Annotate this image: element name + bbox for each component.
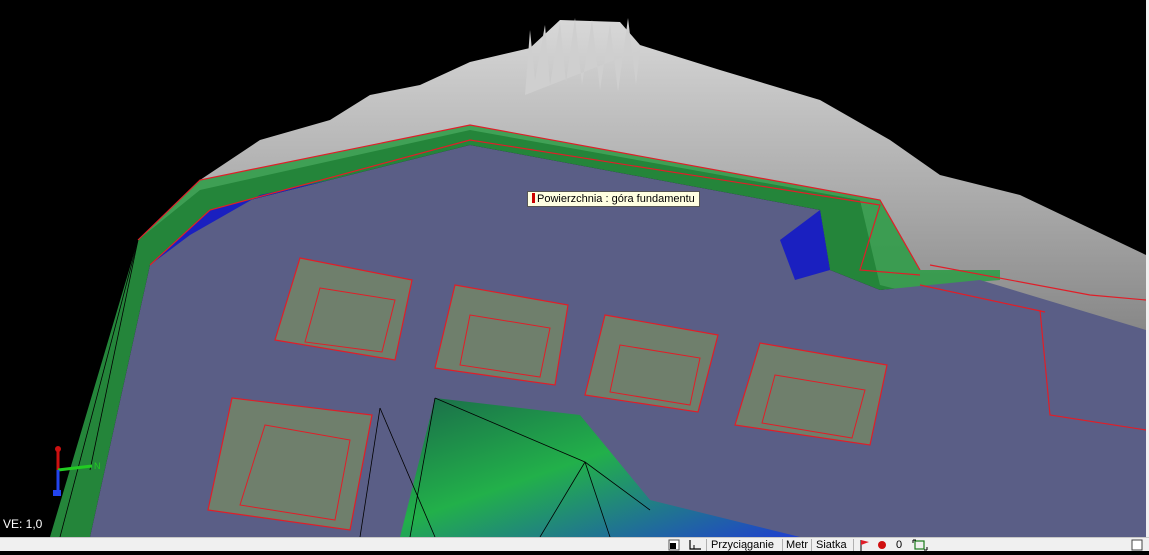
window-restore-icon[interactable]	[1131, 538, 1143, 552]
terrain-scene[interactable]: N	[0, 0, 1149, 537]
flag-icon[interactable]	[859, 538, 871, 552]
status-bar: Przyciąganie Metr Siatka 0	[0, 537, 1149, 551]
counter: 0	[896, 539, 903, 551]
snap-toggle[interactable]: Przyciąganie	[711, 538, 774, 552]
fit-view-icon[interactable]	[912, 538, 928, 552]
vertical-exaggeration-label: VE: 1,0	[3, 517, 43, 531]
surface-tooltip: Powierzchnia : góra fundamentu	[527, 191, 700, 207]
model-icon[interactable]	[668, 538, 680, 552]
tooltip-marker	[532, 193, 535, 203]
grid-toggle[interactable]: Siatka	[816, 538, 847, 552]
ortho-icon[interactable]	[688, 538, 702, 552]
units-toggle[interactable]: Metr	[786, 538, 808, 552]
svg-text:N: N	[94, 461, 101, 471]
3d-viewport[interactable]: N Powierzchnia : góra fundamentu VE: 1,0	[0, 0, 1149, 537]
tooltip-text: Powierzchnia : góra fundamentu	[537, 193, 695, 205]
record-icon[interactable]	[876, 538, 888, 552]
